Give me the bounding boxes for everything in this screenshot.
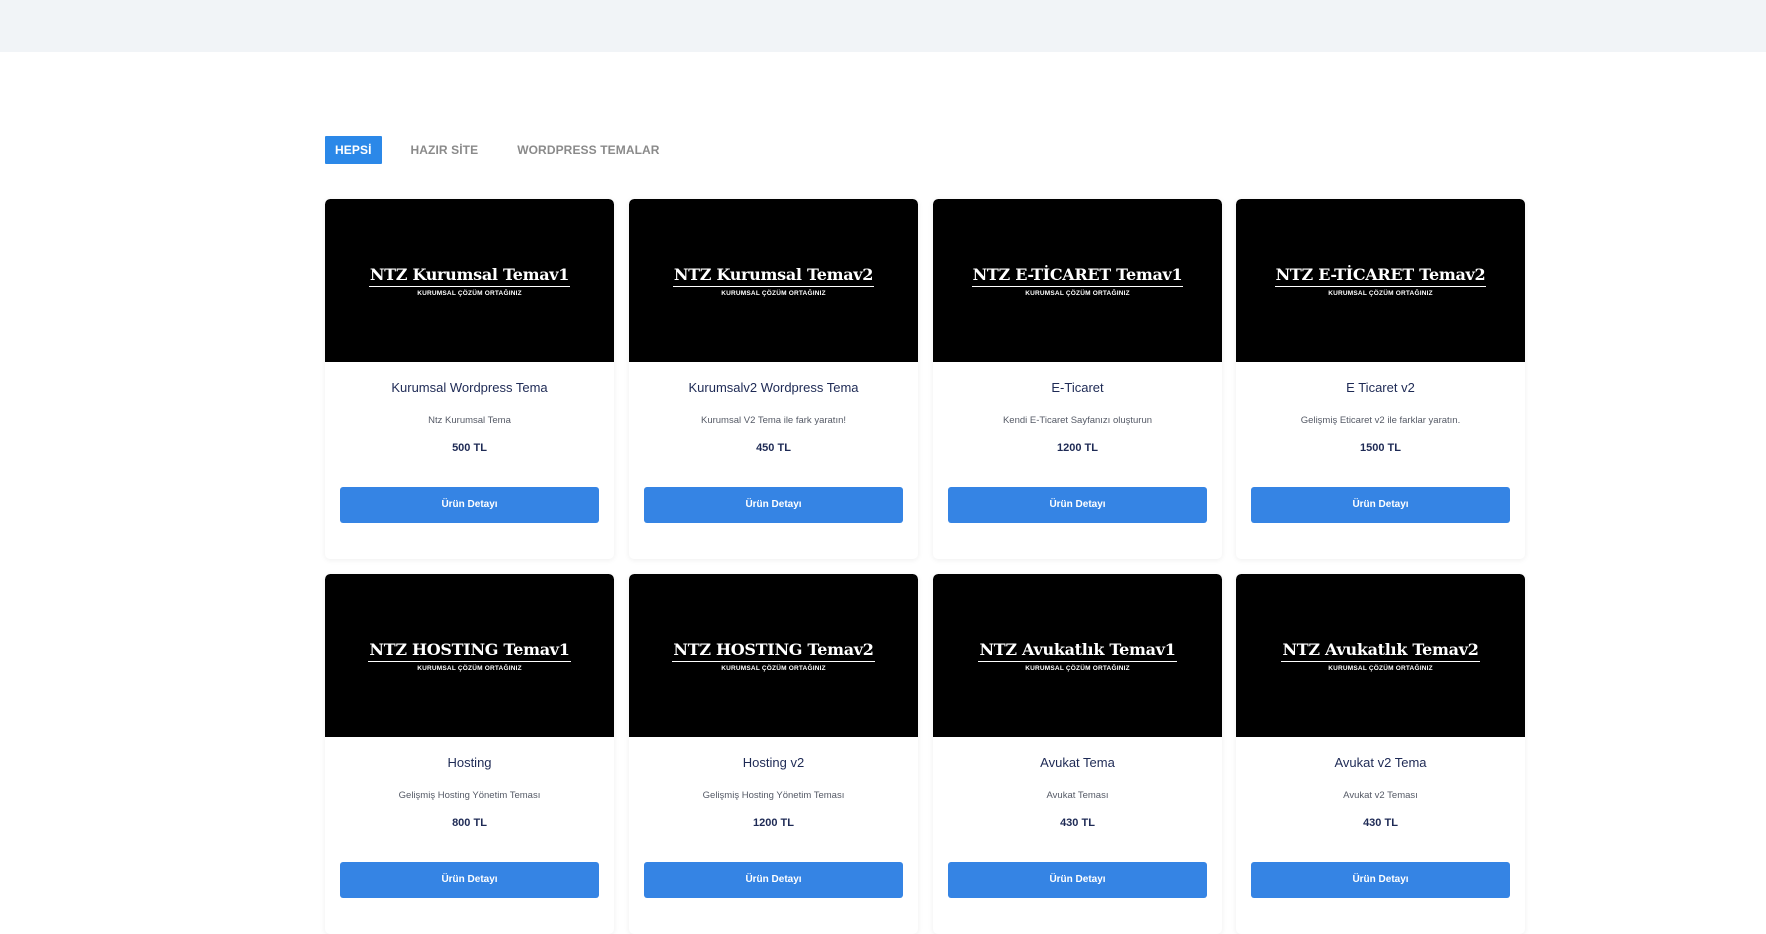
thumbnail-subtitle: KURUMSAL ÇÖZÜM ORTAĞINIZ (1025, 289, 1130, 297)
product-detail-button[interactable]: Ürün Detayı (340, 487, 599, 523)
thumbnail-subtitle: KURUMSAL ÇÖZÜM ORTAĞINIZ (417, 664, 522, 672)
thumbnail-title: NTZ HOSTING Temav2 (672, 640, 875, 662)
product-name[interactable]: E-Ticaret (933, 380, 1222, 395)
product-name[interactable]: E Ticaret v2 (1236, 380, 1525, 395)
thumbnail-title: NTZ E-TİCARET Temav1 (971, 265, 1184, 287)
product-detail-button[interactable]: Ürün Detayı (948, 862, 1207, 898)
product-card: NTZ Avukatlık Temav2 KURUMSAL ÇÖZÜM ORTA… (1236, 574, 1525, 934)
product-name[interactable]: Kurumsal Wordpress Tema (325, 380, 614, 395)
product-description: Kendi E-Ticaret Sayfanızı oluşturun (1002, 415, 1153, 426)
product-price: 500 TL (452, 442, 487, 454)
thumbnail-title: NTZ Kurumsal Temav2 (672, 265, 875, 287)
product-description: Avukat v2 Teması (1343, 790, 1418, 801)
product-description: Avukat Teması (1046, 790, 1109, 801)
thumbnail-title: NTZ Kurumsal Temav1 (368, 265, 571, 287)
product-price: 430 TL (1060, 817, 1095, 829)
product-description: Ntz Kurumsal Tema (428, 415, 511, 426)
tab-all[interactable]: HEPSİ (325, 136, 382, 164)
product-price: 1500 TL (1360, 442, 1401, 454)
product-detail-button[interactable]: Ürün Detayı (948, 487, 1207, 523)
product-description: Gelişmiş Hosting Yönetim Teması (702, 790, 845, 801)
thumbnail-subtitle: KURUMSAL ÇÖZÜM ORTAĞINIZ (1328, 664, 1433, 672)
product-card: NTZ HOSTING Temav2 KURUMSAL ÇÖZÜM ORTAĞI… (629, 574, 918, 934)
product-price: 450 TL (756, 442, 791, 454)
thumbnail-subtitle: KURUMSAL ÇÖZÜM ORTAĞINIZ (1025, 664, 1130, 672)
product-name[interactable]: Avukat v2 Tema (1236, 755, 1525, 770)
product-detail-button[interactable]: Ürün Detayı (644, 862, 903, 898)
product-thumbnail[interactable]: NTZ HOSTING Temav2 KURUMSAL ÇÖZÜM ORTAĞI… (629, 574, 918, 737)
product-price: 430 TL (1363, 817, 1398, 829)
product-name[interactable]: Kurumsalv2 Wordpress Tema (629, 380, 918, 395)
tab-ready-site[interactable]: HAZIR SİTE (401, 136, 489, 164)
top-header-bar (0, 0, 1766, 52)
thumbnail-subtitle: KURUMSAL ÇÖZÜM ORTAĞINIZ (721, 664, 826, 672)
category-filter-tabs: HEPSİ HAZIR SİTE WORDPRESS TEMALAR (325, 136, 689, 164)
product-card: NTZ Avukatlık Temav1 KURUMSAL ÇÖZÜM ORTA… (933, 574, 1222, 934)
thumbnail-title: NTZ E-TİCARET Temav2 (1274, 265, 1487, 287)
product-thumbnail[interactable]: NTZ E-TİCARET Temav2 KURUMSAL ÇÖZÜM ORTA… (1236, 199, 1525, 362)
product-thumbnail[interactable]: NTZ HOSTING Temav1 KURUMSAL ÇÖZÜM ORTAĞI… (325, 574, 614, 737)
product-description: Gelişmiş Eticaret v2 ile farklar yaratın… (1300, 415, 1461, 426)
thumbnail-subtitle: KURUMSAL ÇÖZÜM ORTAĞINIZ (721, 289, 826, 297)
thumbnail-title: NTZ HOSTING Temav1 (368, 640, 571, 662)
product-price: 1200 TL (753, 817, 794, 829)
product-detail-button[interactable]: Ürün Detayı (340, 862, 599, 898)
product-thumbnail[interactable]: NTZ Avukatlık Temav1 KURUMSAL ÇÖZÜM ORTA… (933, 574, 1222, 737)
product-price: 800 TL (452, 817, 487, 829)
product-card: NTZ Kurumsal Temav1 KURUMSAL ÇÖZÜM ORTAĞ… (325, 199, 614, 559)
thumbnail-title: NTZ Avukatlık Temav2 (1281, 640, 1480, 662)
product-detail-button[interactable]: Ürün Detayı (644, 487, 903, 523)
thumbnail-subtitle: KURUMSAL ÇÖZÜM ORTAĞINIZ (1328, 289, 1433, 297)
tab-wordpress-themes[interactable]: WORDPRESS TEMALAR (507, 136, 669, 164)
product-description: Gelişmiş Hosting Yönetim Teması (398, 790, 541, 801)
product-detail-button[interactable]: Ürün Detayı (1251, 862, 1510, 898)
product-name[interactable]: Hosting v2 (629, 755, 918, 770)
product-description: Kurumsal V2 Tema ile fark yaratın! (700, 415, 847, 426)
product-name[interactable]: Hosting (325, 755, 614, 770)
product-price: 1200 TL (1057, 442, 1098, 454)
product-detail-button[interactable]: Ürün Detayı (1251, 487, 1510, 523)
product-card: NTZ E-TİCARET Temav2 KURUMSAL ÇÖZÜM ORTA… (1236, 199, 1525, 559)
thumbnail-subtitle: KURUMSAL ÇÖZÜM ORTAĞINIZ (417, 289, 522, 297)
product-card: NTZ HOSTING Temav1 KURUMSAL ÇÖZÜM ORTAĞI… (325, 574, 614, 934)
product-thumbnail[interactable]: NTZ Avukatlık Temav2 KURUMSAL ÇÖZÜM ORTA… (1236, 574, 1525, 737)
product-card: NTZ Kurumsal Temav2 KURUMSAL ÇÖZÜM ORTAĞ… (629, 199, 918, 559)
product-thumbnail[interactable]: NTZ E-TİCARET Temav1 KURUMSAL ÇÖZÜM ORTA… (933, 199, 1222, 362)
thumbnail-title: NTZ Avukatlık Temav1 (978, 640, 1177, 662)
product-thumbnail[interactable]: NTZ Kurumsal Temav2 KURUMSAL ÇÖZÜM ORTAĞ… (629, 199, 918, 362)
product-name[interactable]: Avukat Tema (933, 755, 1222, 770)
product-thumbnail[interactable]: NTZ Kurumsal Temav1 KURUMSAL ÇÖZÜM ORTAĞ… (325, 199, 614, 362)
product-card: NTZ E-TİCARET Temav1 KURUMSAL ÇÖZÜM ORTA… (933, 199, 1222, 559)
